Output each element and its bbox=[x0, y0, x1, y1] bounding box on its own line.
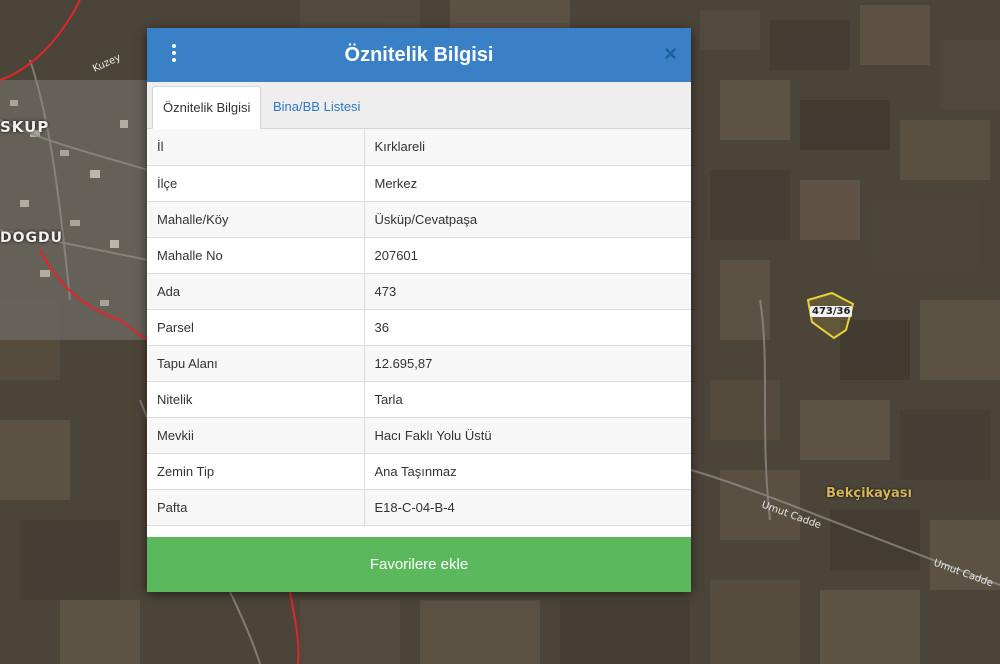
attribute-table: İl Kırklareli İlçe Merkez Mahalle/Köy Üsküp… bbox=[147, 129, 691, 526]
attribute-key: Ada bbox=[147, 273, 365, 310]
attribute-value: Hacı Faklı Yolu Üstü bbox=[364, 417, 691, 454]
attribute-value: 12.695,87 bbox=[364, 345, 691, 382]
table-row: Tapu Alanı 12.695,87 bbox=[147, 345, 691, 382]
attribute-info-dialog: Öznitelik Bilgisi × Öznitelik Bilgisi Bi… bbox=[147, 28, 691, 592]
attribute-key: İlçe bbox=[147, 165, 365, 202]
close-icon[interactable]: × bbox=[664, 42, 677, 66]
table-row: Mahalle No 207601 bbox=[147, 237, 691, 274]
attribute-key: Parsel bbox=[147, 309, 365, 346]
table-row: Mevkii Hacı Faklı Yolu Üstü bbox=[147, 417, 691, 454]
attribute-key: Mahalle No bbox=[147, 237, 365, 274]
attribute-value: Üsküp/Cevatpaşa bbox=[364, 201, 691, 238]
table-row: Zemin Tip Ana Taşınmaz bbox=[147, 453, 691, 490]
attribute-key: Zemin Tip bbox=[147, 453, 365, 490]
table-row: Nitelik Tarla bbox=[147, 381, 691, 418]
add-to-favorites-button[interactable]: Favorilere ekle bbox=[147, 537, 691, 592]
map-label-town: SKUP bbox=[0, 118, 50, 136]
attribute-key: Pafta bbox=[147, 489, 365, 526]
attribute-key: Tapu Alanı bbox=[147, 345, 365, 382]
dialog-title: Öznitelik Bilgisi bbox=[344, 44, 494, 66]
table-row: Parsel 36 bbox=[147, 309, 691, 346]
attribute-value: Merkez bbox=[364, 165, 691, 202]
table-row: İl Kırklareli bbox=[147, 129, 691, 166]
table-row: Mahalle/Köy Üsküp/Cevatpaşa bbox=[147, 201, 691, 238]
attribute-value: Kırklareli bbox=[364, 129, 691, 166]
map-label-village: Bekçikayası bbox=[826, 486, 912, 501]
table-row: İlçe Merkez bbox=[147, 165, 691, 202]
attribute-value: 207601 bbox=[364, 237, 691, 274]
attribute-value: Ana Taşınmaz bbox=[364, 453, 691, 490]
attribute-value: E18-C-04-B-4 bbox=[364, 489, 691, 526]
attribute-value: 473 bbox=[364, 273, 691, 310]
dialog-header: Öznitelik Bilgisi × bbox=[147, 28, 691, 82]
map-label-district: DOGDU bbox=[0, 230, 64, 246]
table-row: Pafta E18-C-04-B-4 bbox=[147, 489, 691, 526]
attribute-key: Nitelik bbox=[147, 381, 365, 418]
tab-attribute-info[interactable]: Öznitelik Bilgisi bbox=[152, 86, 262, 129]
attribute-value: 36 bbox=[364, 309, 691, 346]
tab-building-list[interactable]: Bina/BB Listesi bbox=[263, 86, 370, 128]
attribute-key: İl bbox=[147, 129, 365, 166]
table-row: Ada 473 bbox=[147, 273, 691, 310]
tab-bar: Öznitelik Bilgisi Bina/BB Listesi bbox=[147, 82, 691, 129]
attribute-key: Mahalle/Köy bbox=[147, 201, 365, 238]
attribute-key: Mevkii bbox=[147, 417, 365, 454]
attribute-value: Tarla bbox=[364, 381, 691, 418]
parcel-label[interactable]: 473/36 bbox=[810, 306, 853, 317]
